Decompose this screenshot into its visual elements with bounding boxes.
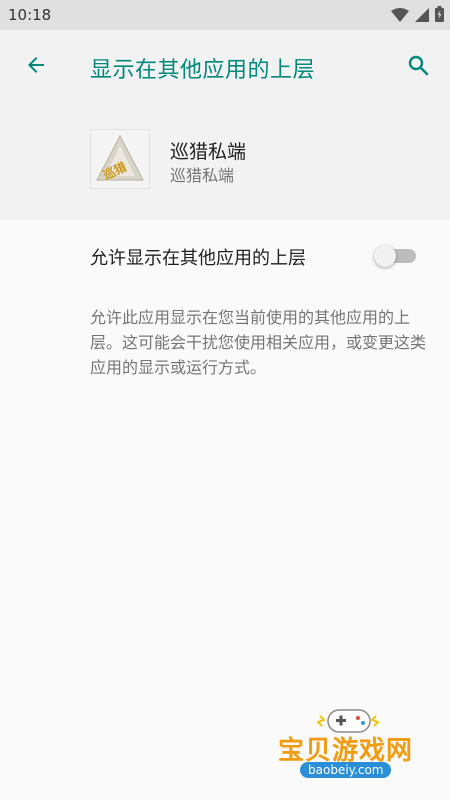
overlay-permission-toggle[interactable]	[374, 243, 418, 267]
permission-toggle-row[interactable]: 允许显示在其他应用的上层	[0, 220, 450, 290]
search-icon	[406, 53, 430, 81]
status-icons	[391, 6, 444, 26]
arrow-left-icon	[24, 53, 48, 81]
app-icon: 巡猎	[90, 129, 150, 189]
search-button[interactable]	[400, 49, 436, 85]
wifi-icon	[391, 7, 409, 26]
watermark-logo: 宝贝游戏网 baobeiy.com	[268, 700, 428, 790]
permission-description: 允许此应用显示在您当前使用的其他应用的上层。这可能会干扰您使用相关应用，或变更这…	[90, 308, 427, 377]
page-title: 显示在其他应用的上层	[90, 58, 316, 83]
status-bar: 10:18	[0, 0, 450, 30]
app-bar: 显示在其他应用的上层	[0, 30, 450, 104]
permission-label: 允许显示在其他应用的上层	[90, 248, 306, 269]
app-subtitle: 巡猎私端	[170, 166, 235, 185]
watermark-url: baobeiy.com	[300, 762, 392, 778]
battery-icon	[435, 6, 444, 26]
status-time: 10:18	[8, 6, 52, 24]
back-button[interactable]	[18, 49, 54, 85]
app-header: 巡猎 巡猎私端 巡猎私端	[0, 104, 450, 220]
app-name: 巡猎私端	[170, 141, 247, 163]
toggle-thumb	[374, 245, 396, 267]
signal-icon	[415, 7, 429, 26]
